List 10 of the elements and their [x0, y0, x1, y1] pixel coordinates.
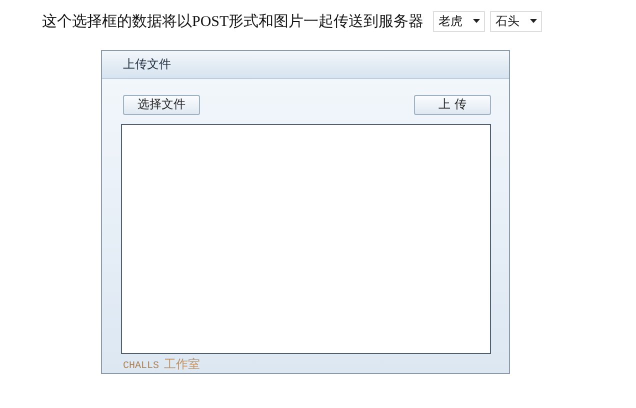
caret-icon	[472, 19, 480, 23]
caret-icon	[530, 19, 537, 23]
intro-text: 这个选择框的数据将以POST形式和图片一起传送到服务器	[42, 12, 424, 30]
dropdown[interactable]: 老虎	[432, 10, 485, 32]
panel-title: 上传文件	[123, 56, 171, 73]
studio-text: 工作室	[164, 356, 200, 373]
upload-button[interactable]: 上 传	[414, 94, 491, 115]
dropdown[interactable]: 石头	[490, 10, 542, 32]
choose-file-button[interactable]: 选择文件	[123, 94, 200, 115]
brand-text: CHALLS	[123, 361, 160, 372]
